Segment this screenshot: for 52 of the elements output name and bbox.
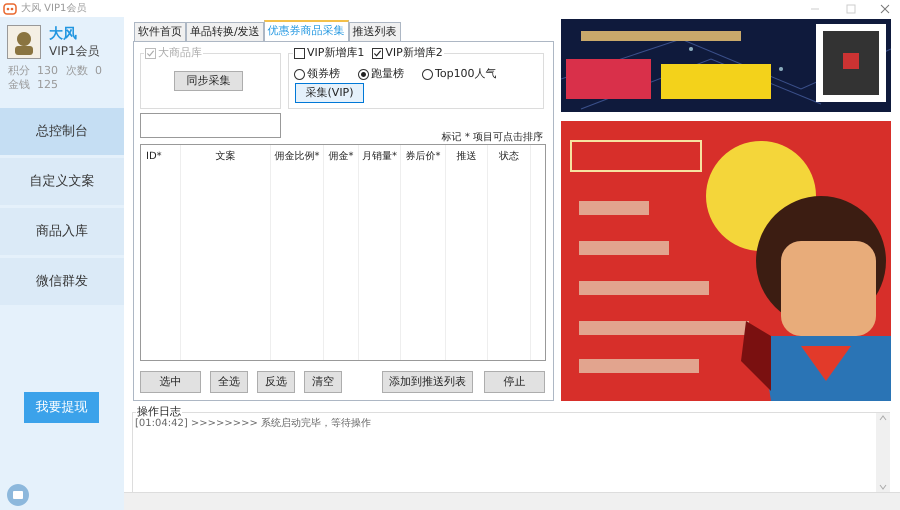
radio-label: Top100人气 <box>435 66 497 82</box>
user-name: 大风 <box>49 25 78 43</box>
column-header[interactable]: ID* <box>141 145 181 167</box>
stat-label: 金钱 <box>8 78 30 92</box>
tab[interactable]: 单品转换/发送 <box>186 22 264 41</box>
radio-label: 领券榜 <box>307 66 340 82</box>
log-entry: [01:04:42] >>>>>>>> 系统启动完毕，等待操作 <box>135 416 372 431</box>
column-header[interactable]: 文案 <box>181 145 271 167</box>
tab[interactable]: 推送列表 <box>348 22 401 41</box>
window-title: 大风 VIP1会员 <box>21 2 86 16</box>
stat-value: 0 <box>95 64 103 78</box>
checkbox-label: 大商品库 <box>158 45 202 61</box>
sort-hint: 标记 * 项目可点击排序 <box>442 130 543 145</box>
column-header[interactable]: 佣金比例* <box>271 145 324 167</box>
sidebar-item[interactable]: 微信群发 <box>0 258 124 305</box>
stat-value: 125 <box>37 78 59 92</box>
stat-value: 130 <box>37 64 59 78</box>
input-field[interactable] <box>140 113 281 138</box>
sidebar-item[interactable]: 总控制台 <box>0 108 124 155</box>
scroll-up-icon[interactable] <box>879 415 887 421</box>
checkbox[interactable] <box>372 48 384 59</box>
column-header[interactable]: 状态 <box>488 145 531 167</box>
action-button[interactable]: 清空 <box>304 371 342 393</box>
log-title: 操作日志 <box>136 405 182 418</box>
action-button[interactable]: 添加到推送列表 <box>382 371 473 393</box>
checkbox[interactable] <box>294 48 305 59</box>
scroll-down-icon[interactable] <box>879 484 887 490</box>
column-header[interactable]: 月销量* <box>359 145 401 167</box>
column-header[interactable]: 佣金* <box>324 145 359 167</box>
column-header[interactable]: 推送 <box>446 145 488 167</box>
action-button[interactable]: 选中 <box>140 371 201 393</box>
checkbox-label: VIP新增库2 <box>385 45 443 61</box>
member-level: VIP1会员 <box>49 43 100 59</box>
scrollbar[interactable] <box>876 413 890 492</box>
radio-label: 跑量榜 <box>371 66 404 82</box>
sidebar-item[interactable]: 商品入库 <box>0 208 124 255</box>
action-button[interactable]: 停止 <box>484 371 545 393</box>
app-logo-icon <box>3 2 17 14</box>
stat-label: 次数 <box>66 64 88 78</box>
radio-button[interactable] <box>358 68 369 80</box>
collect-vip-button[interactable]: 采集(VIP) <box>295 83 364 103</box>
avatar-icon <box>7 25 41 59</box>
action-button[interactable]: 全选 <box>210 371 248 393</box>
radio-button[interactable] <box>294 68 305 80</box>
stat-label: 积分 <box>8 64 30 78</box>
tab[interactable]: 软件首页 <box>134 22 186 41</box>
column-header[interactable]: 券后价* <box>401 145 446 167</box>
checkbox-label: VIP新增库1 <box>307 45 364 61</box>
radio-button[interactable] <box>422 68 433 80</box>
sidebar-item[interactable]: 自定义文案 <box>0 158 124 205</box>
chat-icon[interactable] <box>7 484 29 506</box>
action-button[interactable]: 反选 <box>257 371 295 393</box>
